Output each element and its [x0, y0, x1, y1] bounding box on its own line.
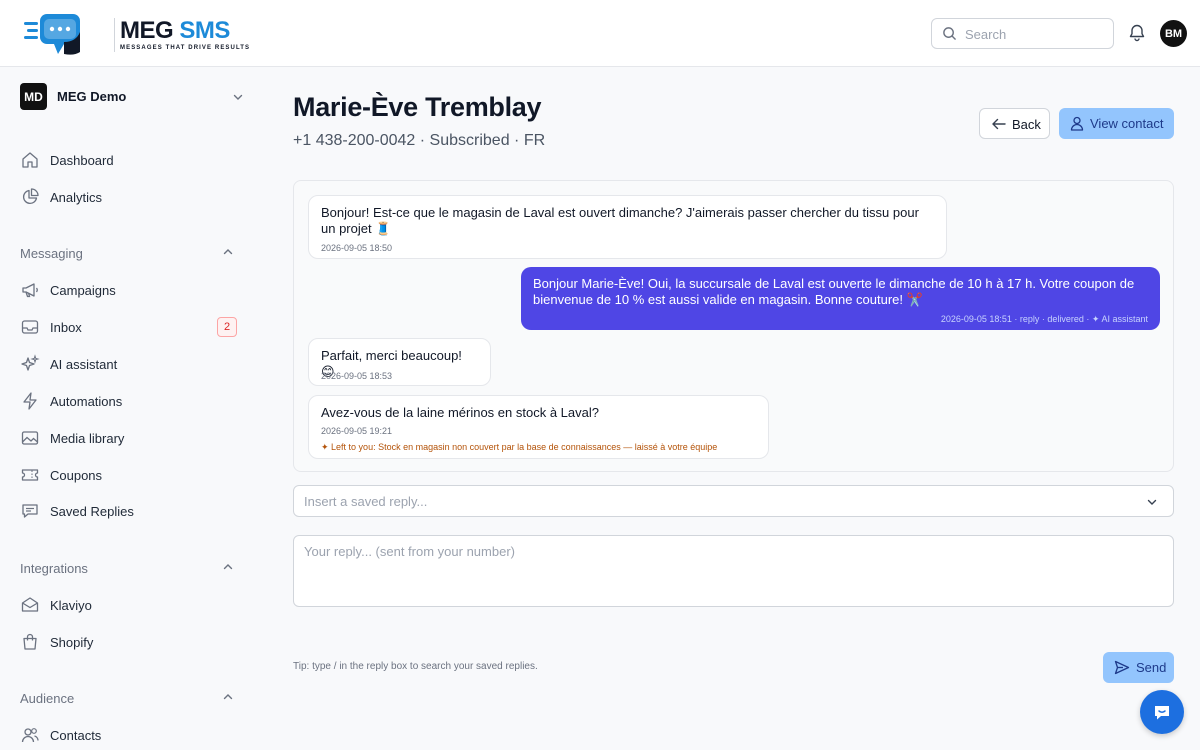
sidebar-item-label: Campaigns: [50, 283, 116, 298]
send-icon: [1114, 660, 1130, 675]
contact-name-title: Marie-Ève Tremblay: [293, 92, 542, 122]
notifications-bell-icon[interactable]: [1127, 23, 1147, 43]
saved-reply-select[interactable]: Insert a saved reply...: [293, 485, 1174, 517]
chevron-down-icon: [233, 94, 243, 100]
sidebar-item-label: Media library: [50, 431, 125, 446]
chevron-down-icon: [1147, 499, 1157, 505]
send-button-label: Send: [1136, 660, 1167, 675]
lightning-icon: [23, 392, 37, 410]
section-label: Audience: [20, 691, 75, 706]
sidebar-item-saved-replies[interactable]: Saved Replies: [20, 496, 246, 526]
chevron-up-icon: [223, 249, 233, 255]
sidebar-item-ai-assistant[interactable]: AI assistant: [20, 349, 246, 379]
sidebar-item-campaigns[interactable]: Campaigns: [20, 275, 246, 305]
view-contact-button[interactable]: View contact: [1059, 108, 1174, 139]
support-chat-icon: [1155, 706, 1169, 720]
message-thread: Bonjour! Est-ce que le magasin de Laval …: [293, 180, 1174, 472]
sidebar-item-label: Shopify: [50, 635, 94, 650]
search-input[interactable]: [965, 25, 1105, 43]
message-timestamp: 2026-09-05 19:21: [321, 426, 393, 436]
sidebar: MD MEG Demo Dashboard Analytics Messagin…: [0, 67, 262, 750]
sidebar-item-inbox[interactable]: Inbox 2: [20, 312, 246, 342]
user-avatar[interactable]: BM: [1160, 20, 1187, 47]
logo-tagline: MESSAGES THAT DRIVE RESULTS: [120, 45, 251, 51]
message-text: Avez-vous de la laine mérinos en stock à…: [321, 405, 599, 420]
image-icon: [21, 431, 39, 445]
top-header: MEG SMS MESSAGES THAT DRIVE RESULTS BM: [0, 0, 1200, 67]
sidebar-item-klaviyo[interactable]: Klaviyo: [20, 590, 246, 620]
search-box[interactable]: [931, 18, 1114, 49]
sidebar-item-coupons[interactable]: Coupons: [20, 460, 246, 490]
workspace-switcher[interactable]: MD MEG Demo: [20, 83, 246, 111]
ticket-icon: [21, 469, 39, 481]
sidebar-item-contacts[interactable]: Contacts: [20, 720, 246, 750]
megaphone-icon: [22, 283, 38, 298]
logo-sms: SMS: [179, 17, 230, 44]
message-timestamp: 2026-09-05 18:50: [321, 243, 393, 253]
sidebar-item-label: Automations: [50, 394, 123, 409]
pie-chart-icon: [23, 188, 39, 204]
sidebar-item-label: Analytics: [50, 190, 103, 205]
sidebar-item-label: Dashboard: [50, 153, 114, 168]
user-icon: [1070, 116, 1084, 131]
logo-meg: MEG: [120, 17, 174, 44]
workspace-name: MEG Demo: [57, 89, 127, 104]
sidebar-item-label: Coupons: [50, 468, 103, 483]
sidebar-item-label: AI assistant: [50, 357, 118, 372]
inbox-icon: [21, 320, 39, 334]
ai-handoff-note: ✦ Left to you: Stock en magasin non couv…: [321, 442, 718, 452]
view-contact-label: View contact: [1090, 116, 1164, 131]
send-button[interactable]: Send: [1103, 652, 1174, 683]
logo-divider: [114, 18, 115, 52]
message-outbound: Bonjour Marie-Ève! Oui, la succursale de…: [521, 267, 1160, 330]
section-messaging[interactable]: Messaging: [20, 243, 246, 263]
message-text: Bonjour Marie-Ève! Oui, la succursale de…: [533, 276, 1135, 307]
support-chat-button[interactable]: [1140, 690, 1184, 734]
envelope-icon: [21, 597, 39, 612]
chevron-up-icon: [223, 564, 233, 570]
sidebar-item-automations[interactable]: Automations: [20, 386, 246, 416]
sidebar-item-analytics[interactable]: Analytics: [20, 182, 246, 212]
section-integrations[interactable]: Integrations: [20, 558, 246, 578]
sidebar-item-dashboard[interactable]: Dashboard: [20, 145, 246, 175]
sidebar-item-shopify[interactable]: Shopify: [20, 627, 246, 657]
contact-info: +1 438-200-0042 · Subscribed · FR: [293, 132, 546, 149]
sidebar-item-label: Saved Replies: [50, 504, 134, 519]
section-label: Messaging: [20, 246, 83, 261]
back-button[interactable]: Back: [979, 108, 1050, 139]
message-inbound: Avez-vous de la laine mérinos en stock à…: [308, 395, 769, 459]
chat-bubble-icon: [22, 504, 38, 518]
section-label: Integrations: [20, 561, 88, 576]
search-icon: [943, 27, 956, 40]
home-icon: [22, 152, 38, 168]
sparkles-icon: [21, 354, 40, 371]
saved-replies-tip: Tip: type / in the reply box to search y…: [293, 661, 538, 672]
arrow-left-icon: [992, 118, 1006, 130]
reply-textarea[interactable]: [293, 535, 1174, 607]
message-inbound: Bonjour! Est-ce que le magasin de Laval …: [308, 195, 947, 259]
section-audience[interactable]: Audience: [20, 688, 246, 708]
chevron-up-icon: [223, 694, 233, 700]
message-meta: 2026-09-05 18:51 · reply · delivered · ✦…: [940, 314, 1148, 324]
back-button-label: Back: [1012, 117, 1041, 132]
meg-sms-logo[interactable]: MEG SMS MESSAGES THAT DRIVE RESULTS: [24, 12, 249, 58]
inbox-count-badge: 2: [217, 317, 237, 337]
saved-reply-placeholder: Insert a saved reply...: [304, 494, 428, 509]
sidebar-item-label: Contacts: [50, 728, 102, 743]
message-text: Bonjour! Est-ce que le magasin de Laval …: [321, 205, 919, 236]
shopping-bag-icon: [23, 633, 37, 650]
workspace-badge: MD: [20, 83, 47, 110]
message-inbound: Parfait, merci beaucoup! 😊 2026-09-05 18…: [308, 338, 491, 386]
message-timestamp: 2026-09-05 18:53: [321, 371, 393, 381]
logo-wordmark: MEG SMS: [120, 17, 230, 45]
sidebar-item-label: Klaviyo: [50, 598, 92, 613]
users-icon: [21, 728, 39, 743]
sidebar-item-label: Inbox: [50, 320, 82, 335]
chat-logo-icon: [24, 14, 80, 55]
sidebar-item-media-library[interactable]: Media library: [20, 423, 246, 453]
